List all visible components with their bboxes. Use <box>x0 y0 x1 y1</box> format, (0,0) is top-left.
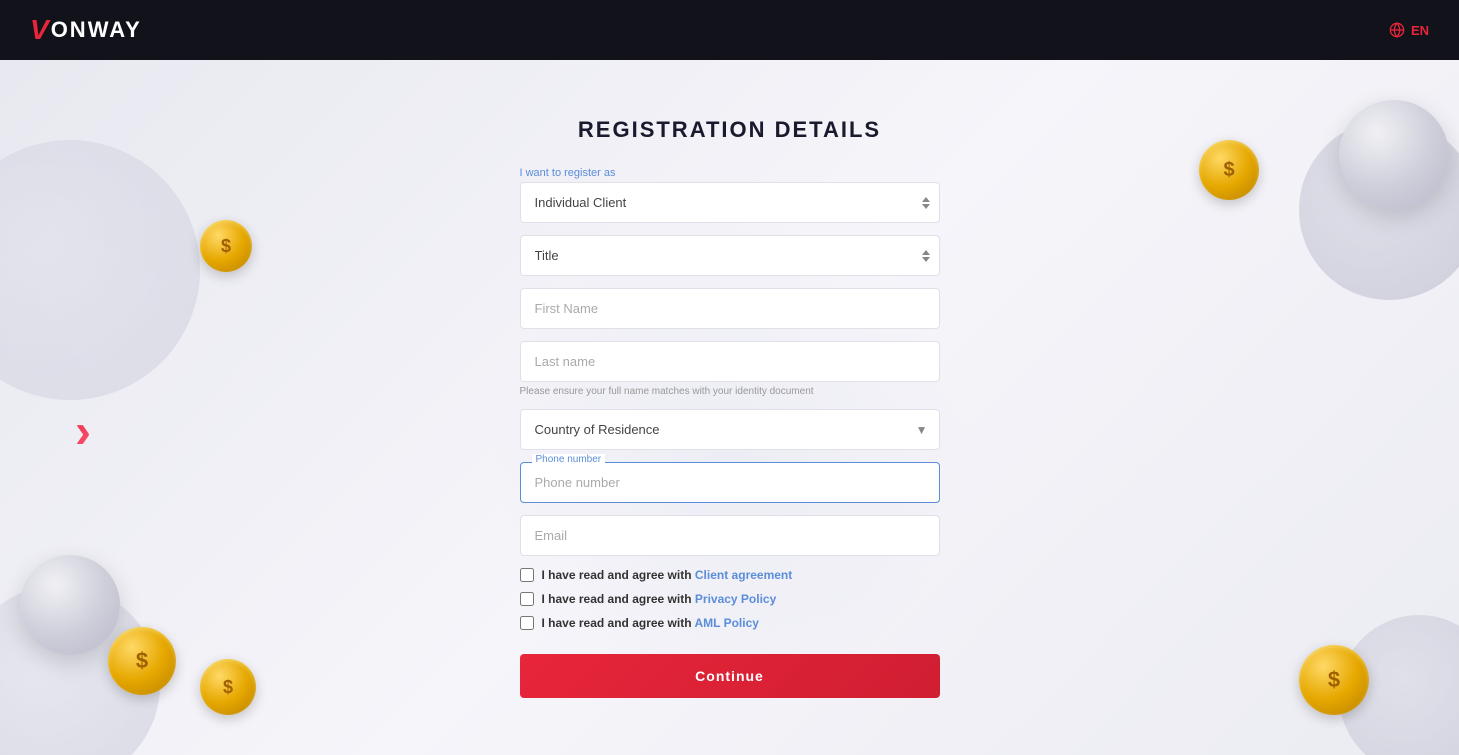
email-input[interactable] <box>520 515 940 556</box>
first-name-group <box>520 288 940 329</box>
checkbox-client-agreement-input[interactable] <box>520 568 534 582</box>
checkbox-client-agreement: I have read and agree with Client agreem… <box>520 568 940 582</box>
logo-v: V <box>30 16 49 44</box>
registration-form: REGISTRATION DETAILS I want to register … <box>520 117 940 698</box>
country-select[interactable]: Country of Residence <box>520 409 940 450</box>
last-name-input[interactable] <box>520 341 940 382</box>
phone-input[interactable] <box>520 462 940 503</box>
main-area: REGISTRATION DETAILS I want to register … <box>0 60 1459 755</box>
last-name-group: Please ensure your full name matches wit… <box>520 341 940 397</box>
register-as-group: I want to register as Individual Client … <box>520 167 940 223</box>
lang-label: EN <box>1411 23 1429 38</box>
ball-right-top <box>1339 100 1449 210</box>
country-select-wrapper: Country of Residence ▼ <box>520 409 940 450</box>
phone-input-wrapper: Phone number <box>520 462 940 503</box>
aml-policy-link[interactable]: AML Policy <box>694 616 758 630</box>
client-agreement-link[interactable]: Client agreement <box>695 568 792 582</box>
register-as-label: I want to register as <box>520 167 940 179</box>
name-hint: Please ensure your full name matches wit… <box>520 386 940 397</box>
checkbox-privacy-policy: I have read and agree with Privacy Polic… <box>520 592 940 606</box>
coin-bottom-right <box>1299 645 1369 715</box>
logo: V ONWAY <box>30 16 142 44</box>
continue-button[interactable]: Continue <box>520 654 940 698</box>
phone-label: Phone number <box>532 454 606 465</box>
register-as-select[interactable]: Individual Client Corporate Client <box>520 182 940 223</box>
ball-left <box>20 555 120 655</box>
privacy-policy-link[interactable]: Privacy Policy <box>695 592 776 606</box>
deco-circle-left-top <box>0 140 200 400</box>
language-button[interactable]: EN <box>1389 22 1429 38</box>
checkbox-aml-policy-label: I have read and agree with AML Policy <box>542 616 759 630</box>
coin-top-left <box>200 220 252 272</box>
title-select-wrapper: Title Mr Mrs Ms Dr <box>520 235 940 276</box>
checkbox-aml-policy-input[interactable] <box>520 616 534 630</box>
title-select[interactable]: Title Mr Mrs Ms Dr <box>520 235 940 276</box>
checkbox-privacy-policy-label: I have read and agree with Privacy Polic… <box>542 592 777 606</box>
checkbox-client-agreement-label: I have read and agree with Client agreem… <box>542 568 793 582</box>
chevron-decoration <box>75 404 115 440</box>
register-as-select-wrapper: Individual Client Corporate Client <box>520 182 940 223</box>
country-group: Country of Residence ▼ <box>520 409 940 450</box>
logo-text: ONWAY <box>51 17 142 43</box>
coin-top-right <box>1199 140 1259 200</box>
checkbox-privacy-policy-input[interactable] <box>520 592 534 606</box>
first-name-input[interactable] <box>520 288 940 329</box>
header: V ONWAY EN <box>0 0 1459 60</box>
email-group <box>520 515 940 556</box>
coin-mid-left <box>108 627 176 695</box>
coin-bottom-left <box>200 659 256 715</box>
form-title: REGISTRATION DETAILS <box>520 117 940 143</box>
globe-icon <box>1389 22 1405 38</box>
title-group: Title Mr Mrs Ms Dr <box>520 235 940 276</box>
phone-group: Phone number <box>520 462 940 503</box>
checkbox-aml-policy: I have read and agree with AML Policy <box>520 616 940 630</box>
